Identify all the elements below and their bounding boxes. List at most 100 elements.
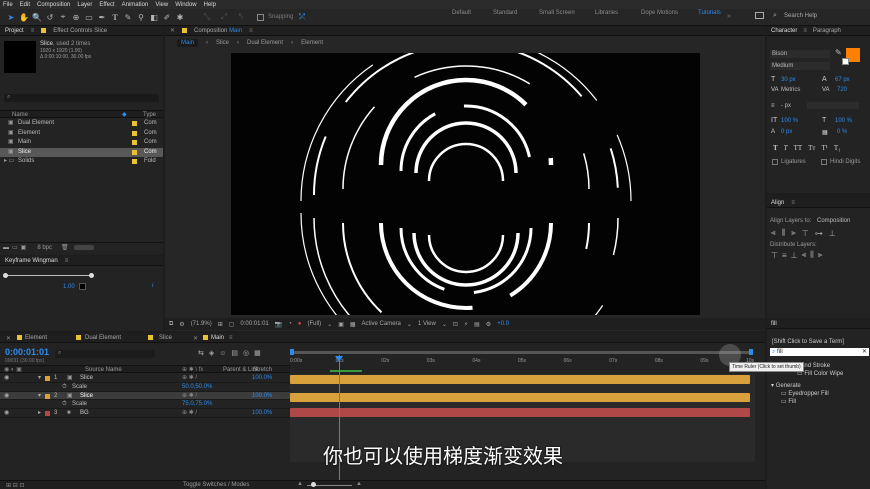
comp-view[interactable]: 1 View bbox=[418, 321, 436, 327]
menu-icon[interactable]: ≡ bbox=[803, 28, 807, 34]
work-area-bar[interactable] bbox=[290, 351, 752, 354]
project-item[interactable]: ▸ ▭ Solids Fold bbox=[0, 157, 163, 167]
menu-view[interactable]: View bbox=[155, 2, 168, 8]
vertical-scale-value[interactable]: 100 % bbox=[781, 118, 798, 124]
distribute-vcenter-icon[interactable]: ≡ bbox=[782, 251, 787, 260]
snapshot-icon[interactable]: 📷 bbox=[275, 321, 282, 328]
layer-label-color[interactable] bbox=[45, 376, 50, 381]
current-timecode[interactable]: 0:00:01:01 bbox=[5, 347, 49, 357]
hand-tool-icon[interactable]: ✋ bbox=[19, 12, 29, 22]
align-title[interactable]: Align bbox=[771, 200, 784, 206]
workspace-overflow-icon[interactable]: » bbox=[727, 13, 731, 20]
zoom-tool-icon[interactable]: 🔍 bbox=[32, 12, 42, 22]
menu-edit[interactable]: Edit bbox=[20, 2, 30, 8]
menu-icon[interactable]: ≡ bbox=[249, 28, 253, 34]
menu-effect[interactable]: Effect bbox=[99, 2, 114, 8]
effect-group[interactable]: ▾ Generate bbox=[767, 382, 870, 390]
type-tool-icon[interactable]: T bbox=[110, 12, 120, 22]
project-item[interactable]: ▣ Dual Element Com bbox=[0, 119, 163, 129]
axis-world-icon[interactable]: ⤢ bbox=[219, 12, 229, 22]
layer-switches-icon[interactable]: ⊕ ✱ / bbox=[182, 374, 197, 383]
align-bottom-icon[interactable]: ⊥ bbox=[829, 229, 836, 238]
workspace-libraries[interactable]: Libraries bbox=[595, 10, 618, 16]
menu-help[interactable]: Help bbox=[204, 2, 216, 8]
search-help-input[interactable]: Search Help bbox=[784, 13, 817, 19]
tracking-value[interactable]: 720 bbox=[837, 87, 847, 93]
new-comp-icon[interactable]: ▣ bbox=[21, 244, 27, 251]
info-icon[interactable]: i bbox=[152, 283, 153, 289]
menu-file[interactable]: File bbox=[3, 2, 13, 8]
frame-blending-icon[interactable]: ▤ bbox=[231, 349, 238, 357]
visibility-eye-icon[interactable]: ◉ bbox=[4, 392, 9, 401]
label-color-icon[interactable] bbox=[132, 121, 137, 126]
font-family-select[interactable]: Bison bbox=[770, 50, 830, 58]
layer-row[interactable]: ◉ ▸ 3 ■ BG ⊕ ✱ / 100.0% bbox=[0, 409, 290, 418]
menu-composition[interactable]: Composition bbox=[37, 2, 70, 8]
chevron-down-icon[interactable]: ⌄ bbox=[442, 321, 447, 328]
axis-view-icon[interactable]: ⤣ bbox=[236, 12, 246, 22]
wingman-value[interactable]: 1.00 bbox=[63, 284, 75, 290]
effect-item[interactable]: ▭ Eyedropper Fill bbox=[767, 390, 870, 398]
visibility-eye-icon[interactable]: ◉ bbox=[4, 374, 9, 383]
workspace-default[interactable]: Default bbox=[452, 10, 471, 16]
snapping-checkbox[interactable] bbox=[257, 13, 264, 21]
breadcrumb-main[interactable]: Main bbox=[177, 39, 199, 47]
tab-main[interactable]: Main bbox=[211, 335, 224, 341]
distribute-left-icon[interactable]: ⫷ bbox=[802, 250, 807, 260]
tab-effect-controls[interactable]: Effect Controls Slice bbox=[53, 28, 107, 34]
distribute-bottom-icon[interactable]: ⊥ bbox=[791, 251, 798, 260]
layer-label-color[interactable] bbox=[45, 411, 50, 417]
breadcrumb-slice[interactable]: Slice bbox=[216, 40, 229, 46]
pan-behind-tool-icon[interactable]: ⊕ bbox=[71, 12, 81, 22]
distribute-hcenter-icon[interactable]: ⫼ bbox=[810, 250, 814, 260]
work-area-end[interactable] bbox=[749, 349, 753, 355]
distribute-top-icon[interactable]: ⊤ bbox=[771, 251, 778, 260]
superscript-button[interactable]: T¹ bbox=[821, 144, 827, 152]
distribute-right-icon[interactable]: ⫸ bbox=[818, 250, 823, 260]
label-color-icon[interactable] bbox=[132, 140, 137, 145]
trash-icon[interactable]: 🗑 bbox=[61, 244, 69, 251]
draft-3d-icon[interactable]: ◈ bbox=[209, 349, 214, 357]
breadcrumb-dual-element[interactable]: Dual Element bbox=[247, 40, 283, 46]
stroke-width-value[interactable]: - px bbox=[781, 103, 791, 109]
font-size-value[interactable]: 30 px bbox=[781, 77, 796, 83]
layer-bar-slice-2[interactable] bbox=[290, 393, 750, 402]
hindi-digits-checkbox[interactable] bbox=[821, 159, 827, 165]
visibility-eye-icon[interactable]: ◉ bbox=[4, 409, 9, 418]
pen-tool-icon[interactable]: ✒ bbox=[97, 12, 107, 22]
effect-item[interactable]: ▭ Fill bbox=[767, 398, 870, 406]
ligatures-checkbox[interactable] bbox=[772, 159, 778, 165]
align-right-icon[interactable]: ⫸ bbox=[791, 228, 796, 238]
workspace-tutorials[interactable]: Tutorials bbox=[698, 10, 721, 16]
layer-switches-icon[interactable]: ⊕ ✱ / bbox=[182, 409, 197, 418]
faux-bold-button[interactable]: T bbox=[773, 144, 778, 152]
puppet-tool-icon[interactable]: ✱ bbox=[175, 12, 185, 22]
layer-stretch[interactable]: 100.0% bbox=[252, 409, 272, 418]
comp-camera[interactable]: Active Camera bbox=[362, 321, 401, 327]
clear-search-icon[interactable]: ✕ bbox=[862, 348, 867, 356]
transparency-grid-icon[interactable]: ▦ bbox=[350, 321, 356, 328]
chevron-down-icon[interactable]: ⌄ bbox=[327, 321, 332, 328]
layer-stretch[interactable]: 100.0% bbox=[252, 392, 272, 401]
layer-stretch[interactable]: 100.0% bbox=[252, 374, 272, 383]
col-stretch[interactable]: Stretch bbox=[253, 367, 272, 373]
wingman-title[interactable]: Keyframe Wingman bbox=[5, 258, 58, 264]
label-color-icon[interactable] bbox=[132, 130, 137, 136]
playhead-handle[interactable] bbox=[335, 356, 343, 362]
toggle-pixel-aspect-icon[interactable]: ⊡ bbox=[453, 321, 458, 328]
color-channel-icon[interactable]: ● bbox=[298, 321, 302, 327]
tsume-value[interactable]: 0 % bbox=[837, 129, 847, 135]
scroll-thumb[interactable] bbox=[73, 245, 94, 250]
layer-name[interactable]: Slice bbox=[80, 374, 93, 383]
col-type[interactable]: Type bbox=[143, 112, 156, 118]
col-name[interactable]: Name bbox=[12, 112, 28, 118]
menu-icon[interactable]: ≡ bbox=[65, 258, 69, 264]
expand-arrow-icon[interactable]: ▸ bbox=[38, 409, 41, 418]
work-area-start[interactable] bbox=[290, 349, 294, 355]
wingman-slider-handle-left[interactable] bbox=[3, 273, 8, 278]
subscript-button[interactable]: T₁ bbox=[834, 144, 841, 152]
layer-search-input[interactable]: ⌕ bbox=[55, 350, 155, 358]
effects-search-input[interactable]: ⌕ fill ✕ bbox=[770, 348, 869, 356]
layer-row[interactable]: ◉ ▾ 2 ▣ Slice ⊕ ✱ / 100.0% bbox=[0, 391, 290, 401]
zoom-in-icon[interactable]: ▲ bbox=[356, 481, 362, 487]
